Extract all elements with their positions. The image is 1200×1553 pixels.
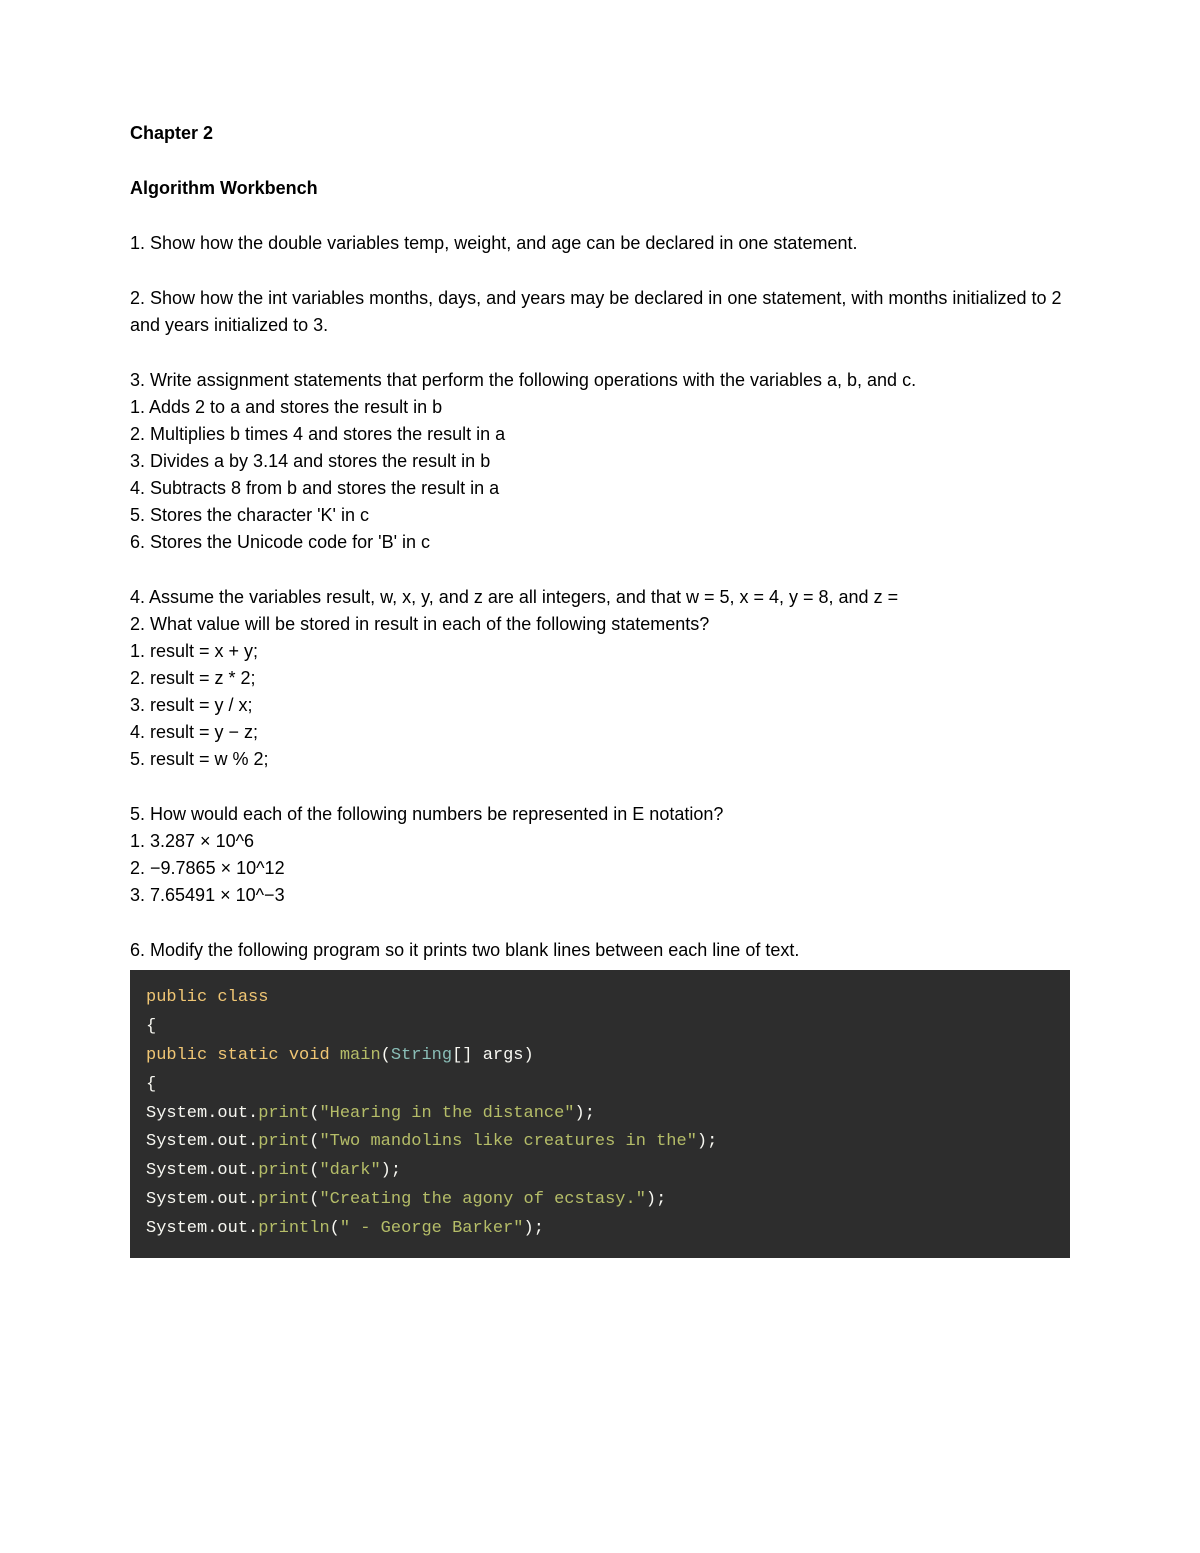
question-5: 5. How would each of the following numbe… (130, 801, 1070, 909)
code-line-7: System.out.print("dark"); (146, 1157, 1054, 1186)
paren-open: ( (330, 1219, 340, 1238)
function-print: print (258, 1132, 309, 1151)
question-3-item-2: 2. Multiplies b times 4 and stores the r… (130, 421, 1070, 448)
function-print: print (258, 1104, 309, 1123)
dot: . (248, 1132, 258, 1151)
brace-open: { (146, 1075, 156, 1094)
code-line-3: public static void main(String[] args) (146, 1042, 1054, 1071)
object-system: System (146, 1219, 207, 1238)
object-out: out (217, 1219, 248, 1238)
keyword-public: public (146, 1046, 207, 1065)
string-literal-1: "Hearing in the distance" (319, 1104, 574, 1123)
paren-close: ) (646, 1190, 656, 1209)
paren-close: ) (697, 1132, 707, 1151)
dot: . (248, 1104, 258, 1123)
paren-open: ( (309, 1190, 319, 1209)
semicolon: ; (707, 1132, 717, 1151)
question-4-item-4: 4. result = y − z; (130, 719, 1070, 746)
question-3-prompt: 3. Write assignment statements that perf… (130, 367, 1070, 394)
paren-open: ( (309, 1104, 319, 1123)
object-system: System (146, 1132, 207, 1151)
question-3-item-1: 1. Adds 2 to a and stores the result in … (130, 394, 1070, 421)
object-out: out (217, 1190, 248, 1209)
chapter-title: Chapter 2 (130, 120, 1070, 147)
object-out: out (217, 1104, 248, 1123)
code-block: public class { public static void main(S… (130, 970, 1070, 1258)
code-line-2: { (146, 1013, 1054, 1042)
code-line-6: System.out.print("Two mandolins like cre… (146, 1128, 1054, 1157)
code-line-4: { (146, 1071, 1054, 1100)
question-5-item-1: 1. 3.287 × 10^6 (130, 828, 1070, 855)
object-out: out (217, 1161, 248, 1180)
brackets: [] (452, 1046, 483, 1065)
question-5-item-2: 2. −9.7865 × 10^12 (130, 855, 1070, 882)
string-literal-4: "Creating the agony of ecstasy." (319, 1190, 645, 1209)
question-4-prompt: 4. Assume the variables result, w, x, y,… (130, 584, 1070, 611)
dot: . (207, 1132, 217, 1151)
brace-open: { (146, 1017, 156, 1036)
string-literal-3: "dark" (319, 1161, 380, 1180)
code-line-9: System.out.println(" - George Barker"); (146, 1215, 1054, 1244)
question-5-item-3: 3. 7.65491 × 10^−3 (130, 882, 1070, 909)
question-4-item-2: 2. result = z * 2; (130, 665, 1070, 692)
function-print: print (258, 1161, 309, 1180)
question-6: 6. Modify the following program so it pr… (130, 937, 1070, 964)
question-2: 2. Show how the int variables months, da… (130, 285, 1070, 339)
code-line-8: System.out.print("Creating the agony of … (146, 1186, 1054, 1215)
semicolon: ; (585, 1104, 595, 1123)
keyword-public: public (146, 988, 207, 1007)
type-string: String (391, 1046, 452, 1065)
keyword-void: void (289, 1046, 330, 1065)
keyword-class: class (217, 988, 268, 1007)
function-println: println (258, 1219, 329, 1238)
function-print: print (258, 1190, 309, 1209)
question-4: 4. Assume the variables result, w, x, y,… (130, 584, 1070, 773)
question-3: 3. Write assignment statements that perf… (130, 367, 1070, 556)
question-3-item-6: 6. Stores the Unicode code for 'B' in c (130, 529, 1070, 556)
paren-open: ( (381, 1046, 391, 1065)
question-3-item-4: 4. Subtracts 8 from b and stores the res… (130, 475, 1070, 502)
question-4-item-5: 5. result = w % 2; (130, 746, 1070, 773)
function-main: main (340, 1046, 381, 1065)
question-1: 1. Show how the double variables temp, w… (130, 230, 1070, 257)
paren-close: ) (524, 1219, 534, 1238)
string-literal-2: "Two mandolins like creatures in the" (319, 1132, 696, 1151)
paren-close: ) (381, 1161, 391, 1180)
dot: . (248, 1161, 258, 1180)
semicolon: ; (391, 1161, 401, 1180)
paren-close: ) (575, 1104, 585, 1123)
object-system: System (146, 1161, 207, 1180)
object-out: out (217, 1132, 248, 1151)
question-3-item-5: 5. Stores the character 'K' in c (130, 502, 1070, 529)
string-literal-5: " - George Barker" (340, 1219, 524, 1238)
code-line-1: public class (146, 984, 1054, 1013)
section-title: Algorithm Workbench (130, 175, 1070, 202)
dot: . (248, 1219, 258, 1238)
dot: . (207, 1161, 217, 1180)
question-4-item-3: 3. result = y / x; (130, 692, 1070, 719)
semicolon: ; (534, 1219, 544, 1238)
dot: . (207, 1190, 217, 1209)
object-system: System (146, 1190, 207, 1209)
question-4-item-1: 1. result = x + y; (130, 638, 1070, 665)
keyword-static: static (217, 1046, 278, 1065)
dot: . (248, 1190, 258, 1209)
semicolon: ; (656, 1190, 666, 1209)
object-system: System (146, 1104, 207, 1123)
paren-close: ) (524, 1046, 534, 1065)
code-line-5: System.out.print("Hearing in the distanc… (146, 1100, 1054, 1129)
question-4-prompt-2: 2. What value will be stored in result i… (130, 611, 1070, 638)
paren-open: ( (309, 1132, 319, 1151)
question-5-prompt: 5. How would each of the following numbe… (130, 801, 1070, 828)
param-args: args (483, 1046, 524, 1065)
dot: . (207, 1104, 217, 1123)
dot: . (207, 1219, 217, 1238)
paren-open: ( (309, 1161, 319, 1180)
question-3-item-3: 3. Divides a by 3.14 and stores the resu… (130, 448, 1070, 475)
